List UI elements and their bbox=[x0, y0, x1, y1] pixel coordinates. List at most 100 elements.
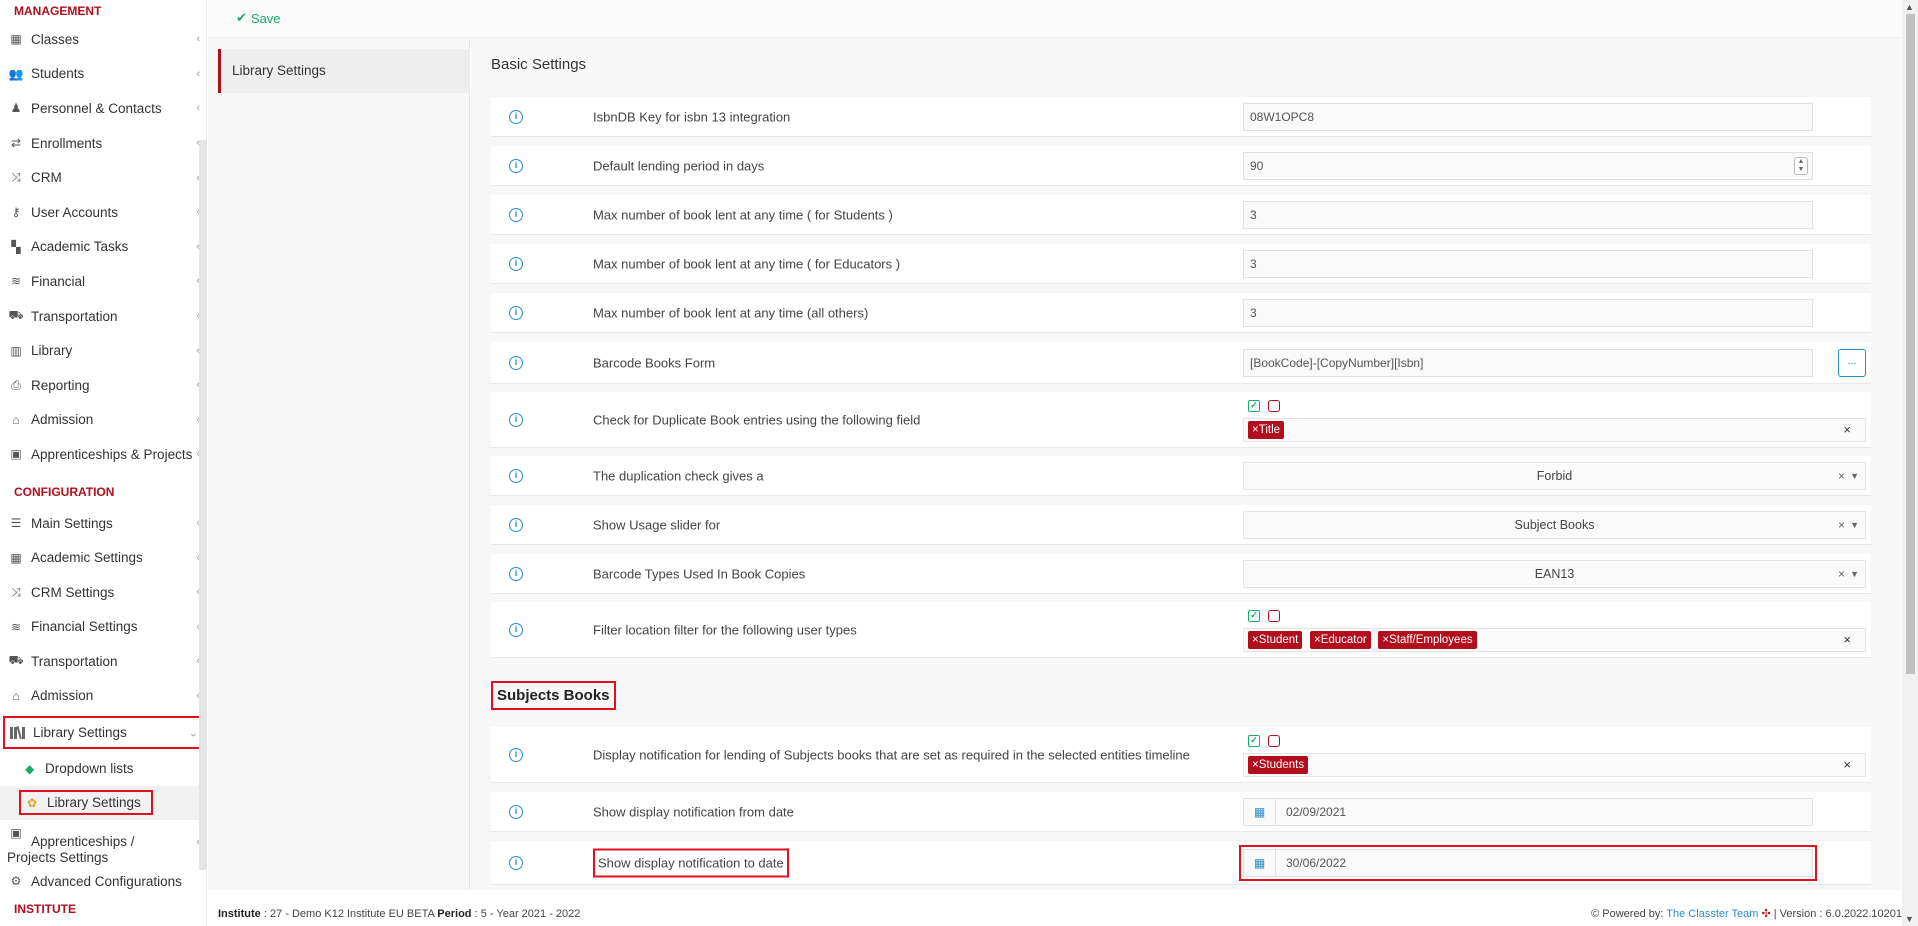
max-students-input[interactable]: 3 bbox=[1243, 201, 1813, 229]
sidebar-item-crm-settings[interactable]: ⤨CRM Settings‹ bbox=[0, 575, 206, 610]
select-all-icon[interactable]: ✓ bbox=[1248, 400, 1260, 412]
sidebar-item-user-accounts[interactable]: ⚷User Accounts‹ bbox=[0, 195, 206, 230]
sidebar-sub-library-settings[interactable]: ✿ Library Settings bbox=[0, 785, 206, 820]
number-stepper-icon[interactable]: ▲ ▼ bbox=[1794, 157, 1808, 175]
sidebar-item-reporting[interactable]: ⎙Reporting‹ bbox=[0, 368, 206, 403]
notify-to-date-input[interactable]: ▦ 30/06/2022 bbox=[1239, 845, 1817, 881]
sidebar-item-financial-settings[interactable]: ≋Financial Settings‹ bbox=[0, 610, 206, 645]
sidebar-item-classes[interactable]: ▦ Classes ‹ bbox=[0, 22, 206, 57]
lending-period-input[interactable]: 90 ▲ ▼ bbox=[1243, 152, 1813, 180]
sidebar-item-library-settings[interactable]: Library Settings ⌄ bbox=[2, 715, 204, 750]
notify-from-date-input[interactable]: ▦ 02/09/2021 bbox=[1243, 798, 1813, 826]
sidebar-item-academic-tasks[interactable]: ▚Academic Tasks‹ bbox=[0, 230, 206, 265]
sidebar-item-students[interactable]: 👥 Students ‹ bbox=[0, 57, 206, 92]
clear-icon[interactable]: × bbox=[1838, 561, 1845, 587]
info-icon[interactable]: i bbox=[509, 355, 523, 370]
sidebar-item-apprenticeships-projects[interactable]: ▣Apprenticeships & Projects‹ bbox=[0, 437, 206, 472]
info-icon[interactable]: i bbox=[509, 305, 523, 320]
clear-icon[interactable]: × bbox=[1838, 463, 1845, 489]
isbn-key-input[interactable]: 08W1OPC8 bbox=[1243, 103, 1813, 131]
select-all-icon[interactable]: ✓ bbox=[1248, 610, 1260, 622]
dropdown-arrow-icon[interactable]: ▼ bbox=[1850, 512, 1859, 538]
setting-label: Default lending period in days bbox=[593, 158, 765, 173]
tag-staff-employees[interactable]: ×Staff/Employees bbox=[1378, 631, 1477, 649]
version-label: | Version : 6.0.2022.10201 bbox=[1773, 908, 1902, 920]
info-icon[interactable]: i bbox=[509, 804, 523, 819]
user-types-multiselect[interactable]: ×Student ×Educator ×Staff/Employees × bbox=[1243, 628, 1866, 652]
setting-row-max-educators: i Max number of book lent at any time ( … bbox=[491, 244, 1871, 284]
scroll-down-icon[interactable]: ▼ bbox=[1905, 914, 1914, 924]
info-icon[interactable]: i bbox=[509, 855, 523, 870]
subjects-books-title: Subjects Books bbox=[491, 681, 616, 710]
info-icon[interactable]: i bbox=[509, 256, 523, 271]
sidebar-item-label: Personnel & Contacts bbox=[31, 100, 162, 116]
classter-team-link[interactable]: The Classter Team bbox=[1666, 908, 1758, 920]
chevron-left-icon: ‹ bbox=[196, 102, 200, 115]
sidebar-item-transportation[interactable]: ⛟Transportation‹ bbox=[0, 644, 206, 679]
info-icon[interactable]: i bbox=[509, 207, 523, 222]
info-icon[interactable]: i bbox=[509, 622, 523, 637]
clear-icon[interactable]: × bbox=[1843, 632, 1851, 647]
dropdown-arrow-icon[interactable]: ▼ bbox=[1850, 463, 1859, 489]
info-icon[interactable]: i bbox=[509, 517, 523, 532]
info-icon[interactable]: i bbox=[509, 468, 523, 483]
sidebar-item-advanced-configurations[interactable]: ⚙ Advanced Configurations bbox=[0, 864, 206, 899]
select-value: Forbid bbox=[1536, 469, 1573, 483]
sidebar-item-academic-settings[interactable]: ▦Academic Settings‹ bbox=[0, 540, 206, 575]
setting-row-notify-to: i Show display notification to date ▦ 30… bbox=[491, 841, 1871, 885]
duplication-result-select[interactable]: Forbid × ▼ bbox=[1243, 462, 1866, 490]
coins-icon: ≋ bbox=[10, 274, 22, 289]
setting-label: IsbnDB Key for isbn 13 integration bbox=[593, 109, 791, 124]
max-others-input[interactable]: 3 bbox=[1243, 299, 1813, 327]
tag-student[interactable]: ×Student bbox=[1248, 631, 1303, 649]
select-value: EAN13 bbox=[1534, 567, 1575, 581]
tag-title[interactable]: ×Title bbox=[1248, 421, 1285, 439]
sidebar-item-main-settings[interactable]: ☰Main Settings‹ bbox=[0, 506, 206, 541]
select-all-icon[interactable]: ✓ bbox=[1248, 735, 1260, 747]
barcode-types-select[interactable]: EAN13 × ▼ bbox=[1243, 560, 1866, 588]
info-icon[interactable]: i bbox=[509, 747, 523, 762]
deselect-all-icon[interactable] bbox=[1268, 610, 1280, 622]
clear-icon[interactable]: × bbox=[1843, 422, 1851, 437]
duplicate-fields-multiselect[interactable]: ×Title × bbox=[1243, 418, 1866, 442]
setting-row-isbn: i IsbnDB Key for isbn 13 integration 08W… bbox=[491, 97, 1871, 137]
usage-slider-select[interactable]: Subject Books × ▼ bbox=[1243, 511, 1866, 539]
page-scrollbar[interactable]: ▲ ▼ bbox=[1902, 0, 1918, 926]
clear-icon[interactable]: × bbox=[1838, 512, 1845, 538]
sidebar-item-label: Financial Settings bbox=[31, 619, 138, 635]
deselect-all-icon[interactable] bbox=[1268, 400, 1280, 412]
scroll-up-icon[interactable]: ▲ bbox=[1905, 2, 1914, 12]
sidebar-item-transportation[interactable]: ⛟Transportation‹ bbox=[0, 299, 206, 334]
sidebar-item-label: Advanced Configurations bbox=[31, 873, 182, 889]
sidebar-scrollbar[interactable] bbox=[199, 140, 206, 870]
info-icon[interactable]: i bbox=[509, 566, 523, 581]
dropdown-arrow-icon[interactable]: ▼ bbox=[1850, 561, 1859, 587]
sidebar-sub-dropdown-lists[interactable]: ◆ Dropdown lists bbox=[0, 752, 206, 786]
sidebar-item-apprenticeships-settings[interactable]: ▣ Apprenticeships / Projects Settings ‹ bbox=[0, 820, 206, 865]
max-educators-input[interactable]: 3 bbox=[1243, 250, 1813, 278]
deselect-all-icon[interactable] bbox=[1268, 735, 1280, 747]
barcode-form-input[interactable]: [BookCode]-[CopyNumber][Isbn] bbox=[1243, 349, 1813, 377]
tag-students[interactable]: ×Students bbox=[1248, 756, 1309, 774]
sidebar-item-crm[interactable]: ⤨CRM‹ bbox=[0, 160, 206, 195]
sliders-icon: ☰ bbox=[10, 516, 22, 531]
sidebar-item-financial[interactable]: ≋Financial‹ bbox=[0, 264, 206, 299]
tag-educator[interactable]: ×Educator bbox=[1309, 631, 1371, 649]
sidebar-item-admission[interactable]: ⌂Admission‹ bbox=[0, 679, 206, 714]
clear-icon[interactable]: × bbox=[1843, 757, 1851, 772]
sidebar-item-personnel-contacts[interactable]: ♟ Personnel & Contacts ‹ bbox=[0, 91, 206, 126]
sidebar-item-library[interactable]: ▥Library‹ bbox=[0, 333, 206, 368]
tab-library-settings[interactable]: Library Settings bbox=[218, 49, 470, 93]
institute-section-title: INSTITUTE bbox=[14, 902, 76, 917]
calendar-icon[interactable]: ▦ bbox=[1244, 850, 1276, 876]
info-icon[interactable]: i bbox=[509, 158, 523, 173]
notification-entities-multiselect[interactable]: ×Students × bbox=[1243, 753, 1866, 777]
info-icon[interactable]: i bbox=[509, 109, 523, 124]
sidebar-item-admission[interactable]: ⌂Admission‹ bbox=[0, 403, 206, 438]
scrollbar-thumb[interactable] bbox=[1906, 14, 1915, 674]
info-icon[interactable]: i bbox=[509, 412, 523, 427]
save-button[interactable]: ✔ Save bbox=[236, 10, 281, 26]
sidebar-item-enrollments[interactable]: ⇄Enrollments‹ bbox=[0, 126, 206, 161]
calendar-icon[interactable]: ▦ bbox=[1244, 799, 1276, 825]
barcode-form-edit-button[interactable]: ... bbox=[1838, 349, 1866, 377]
